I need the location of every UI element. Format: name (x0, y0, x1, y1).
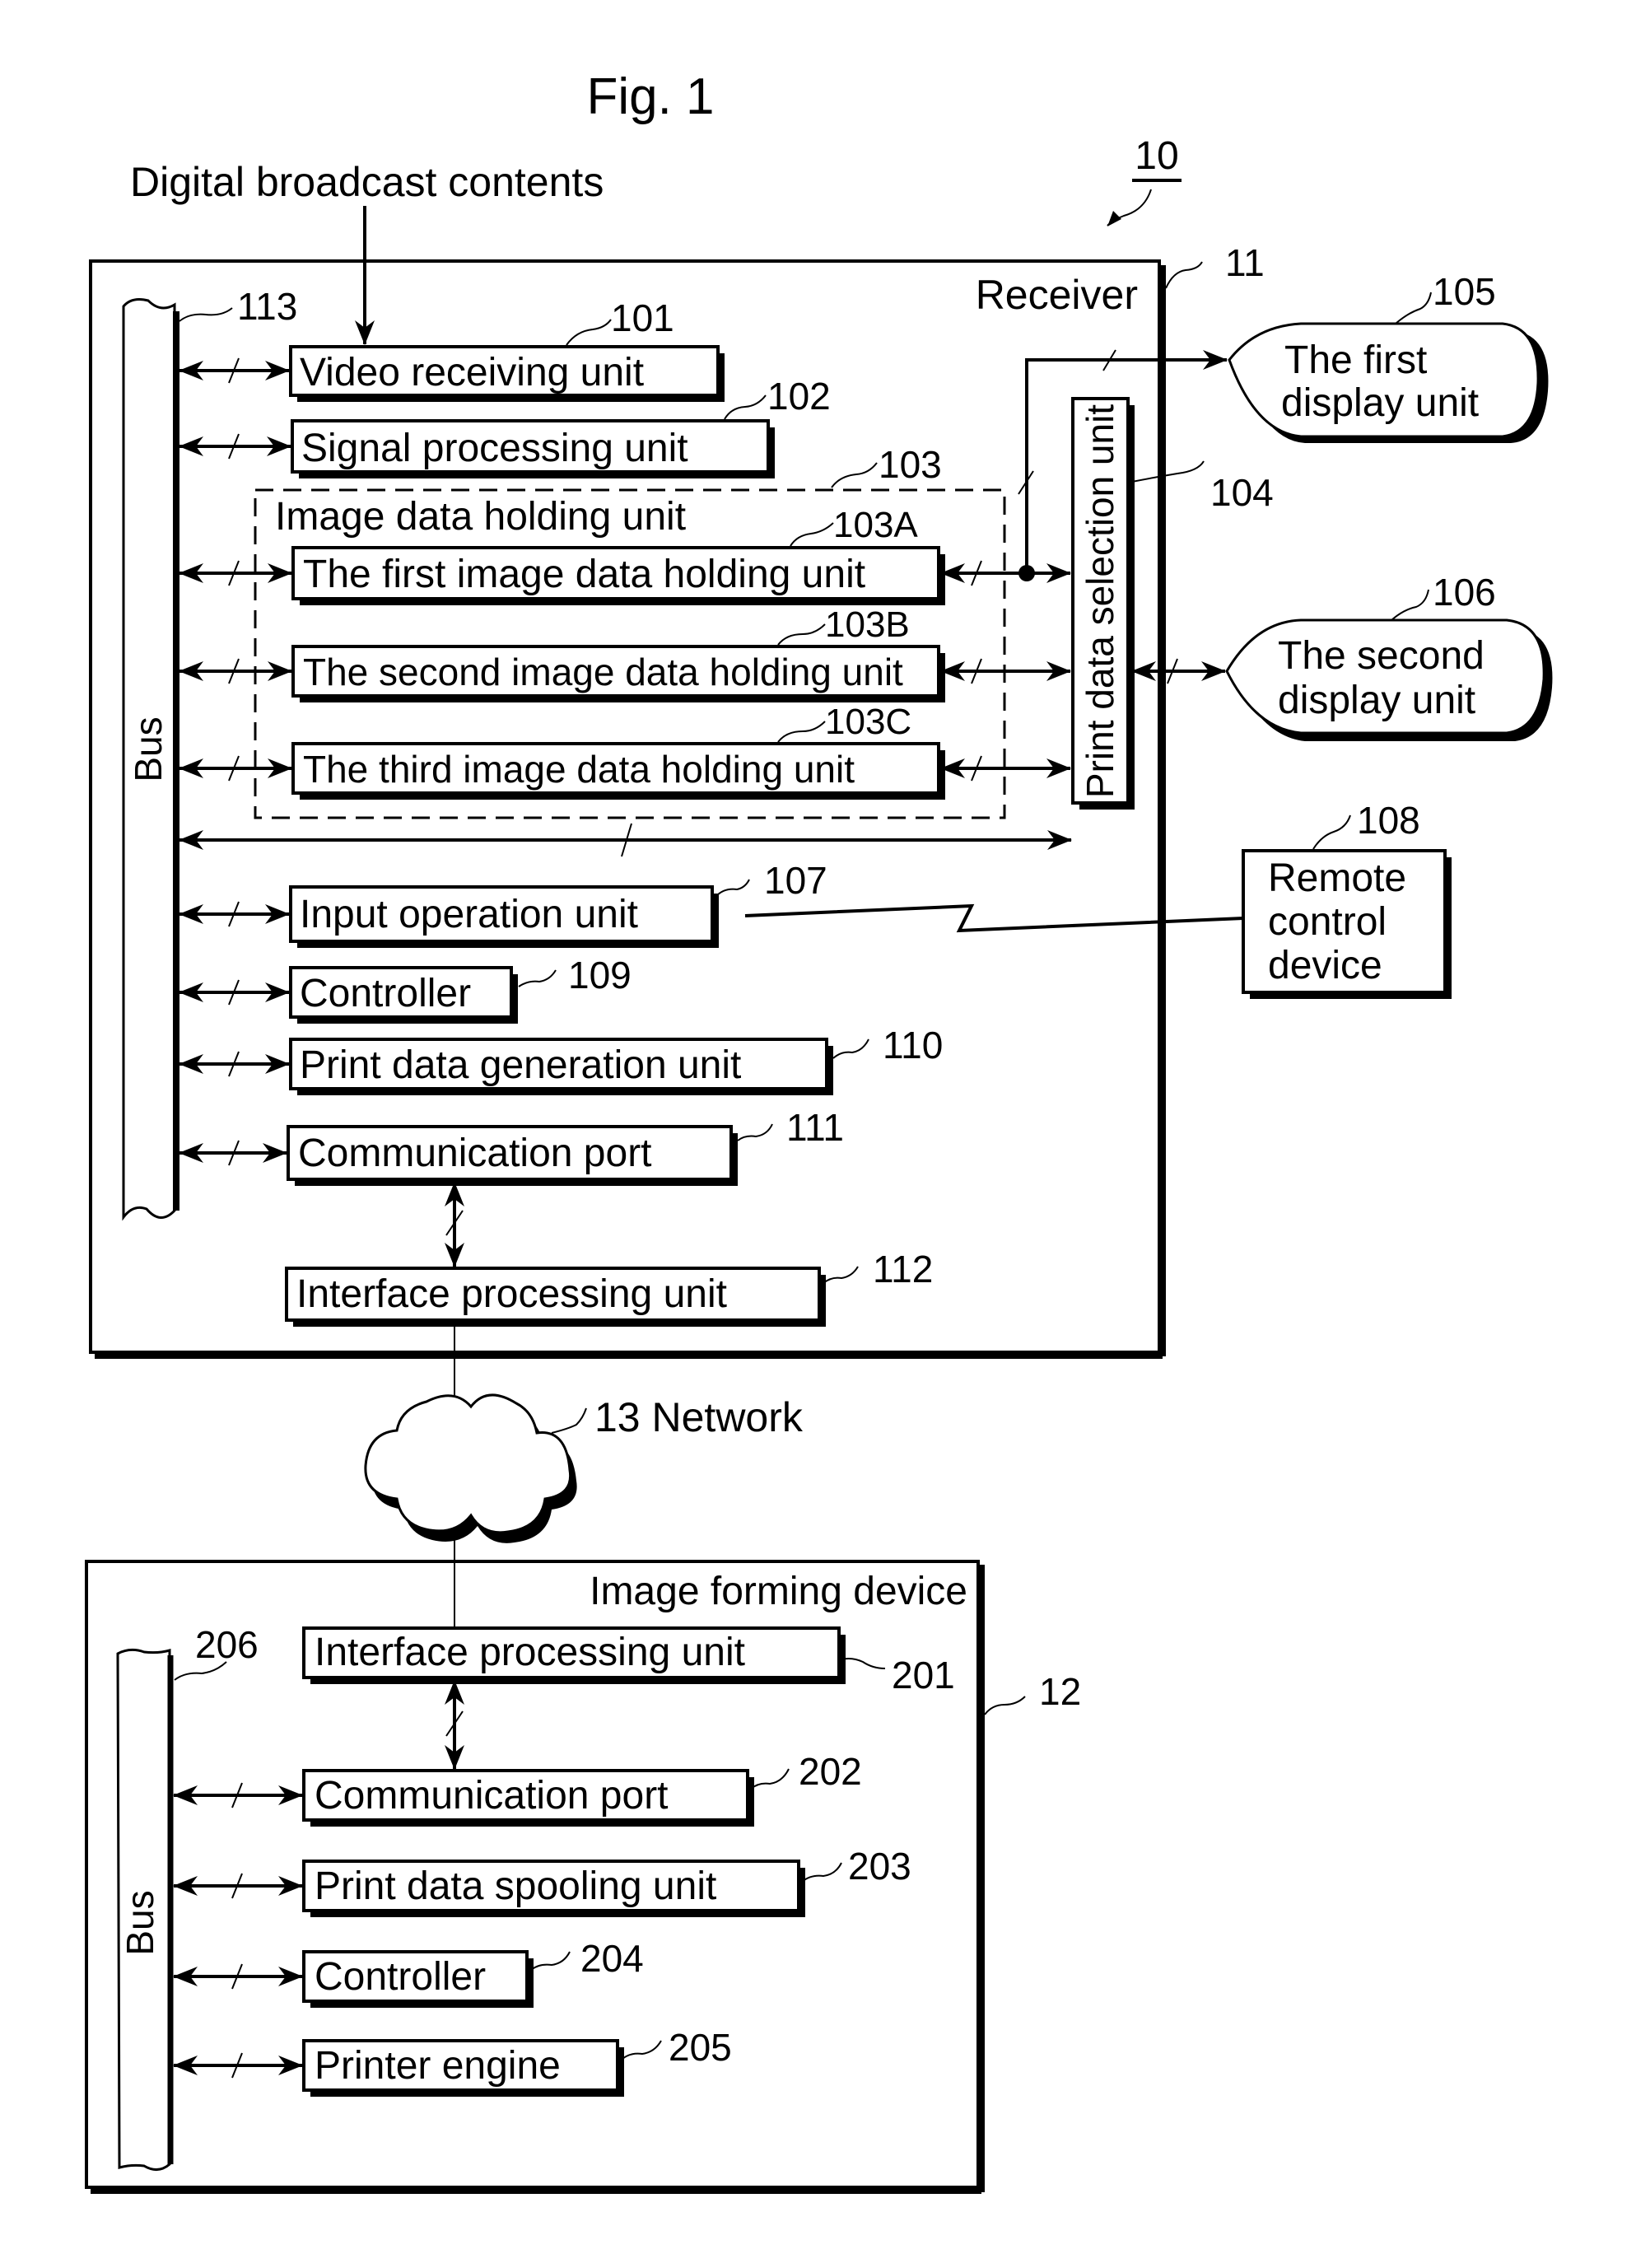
unit-ref: 203 (848, 1845, 911, 1888)
system-ref-arrowhead (1107, 211, 1121, 226)
receiver-title: Receiver (976, 272, 1138, 318)
unit-label: Printer engine (315, 2044, 561, 2088)
display-line1: The first (1284, 338, 1427, 382)
figure-title: Fig. 1 (586, 68, 714, 125)
unit-label: Communication port (298, 1132, 652, 1175)
unit-label: The third image data holding unit (303, 748, 855, 791)
unit-ref: 109 (568, 954, 632, 996)
unit-interface-processing[interactable]: Interface processing unit 112 (285, 1248, 933, 1327)
device-unit-communication-port[interactable]: Communication port 202 (302, 1750, 862, 1827)
unit-ref: 204 (580, 1937, 644, 1980)
first-display-unit[interactable]: The first display unit 105 (1228, 270, 1549, 443)
image-forming-bus-ref: 206 (195, 1623, 259, 1666)
group-label: Image data holding unit (275, 495, 686, 539)
unit-label: Controller (315, 1955, 486, 1999)
unit-controller[interactable]: Controller 109 (289, 954, 632, 1024)
unit-label: Controller (300, 972, 471, 1015)
unit-input-operation[interactable]: Input operation unit 107 (289, 859, 827, 948)
unit-second-image-holding[interactable]: The second image data holding unit 103B (291, 604, 945, 702)
device-unit-interface-processing[interactable]: Interface processing unit 201 (302, 1626, 955, 1696)
unit-ref: 103C (825, 702, 911, 742)
receiver-bus-label: Bus (127, 716, 170, 782)
unit-label: Print data generation unit (300, 1043, 741, 1087)
unit-ref: 104 (1210, 471, 1274, 514)
unit-ref: 103A (833, 505, 918, 545)
device-unit-controller[interactable]: Controller 204 (302, 1937, 644, 2008)
image-forming-device-ref: 12 (1039, 1670, 1081, 1713)
unit-label: Input operation unit (300, 893, 638, 936)
unit-label: The second image data holding unit (303, 651, 903, 693)
unit-ref: 202 (799, 1750, 862, 1793)
display-line2: display unit (1281, 381, 1479, 425)
network-cloud: 13 Network (364, 1393, 804, 1543)
system-ref-group: 10 (1107, 134, 1182, 226)
device-unit-printer-engine[interactable]: Printer engine 205 (302, 2026, 732, 2097)
unit-third-image-holding[interactable]: The third image data holding unit 103C (291, 702, 945, 800)
unit-ref: 110 (883, 1024, 943, 1066)
display-ref: 105 (1433, 270, 1496, 313)
unit-label: The first image data holding unit (303, 553, 865, 596)
unit-ref: 111 (786, 1106, 844, 1149)
unit-label: Interface processing unit (296, 1272, 727, 1316)
second-display-unit[interactable]: The second display unit 106 (1225, 571, 1553, 741)
image-forming-device-title: Image forming device (590, 1570, 967, 1613)
unit-ref: 112 (873, 1248, 933, 1290)
group-ref: 103 (879, 443, 942, 486)
wireless-link (744, 903, 1244, 933)
receiver-ref: 11 (1225, 241, 1265, 284)
receiver-bus-ref: 113 (237, 285, 297, 328)
unit-ref: 101 (611, 296, 674, 339)
unit-label: Video receiving unit (300, 351, 644, 394)
unit-label: Print data spooling unit (315, 1864, 716, 1908)
print-data-selection-unit[interactable]: Print data selection unit 104 (1071, 397, 1274, 810)
receiver-bus: Bus 113 (122, 285, 297, 1221)
unit-communication-port[interactable]: Communication port 111 (287, 1106, 844, 1186)
unit-label: Signal processing unit (301, 427, 688, 470)
system-ref-label: 10 (1135, 134, 1178, 178)
display-line2: display unit (1278, 679, 1475, 722)
unit-label: Print data selection unit (1079, 404, 1121, 798)
network-label: 13 Network (594, 1394, 804, 1440)
remote-line1: Remote (1268, 856, 1406, 900)
unit-label: Interface processing unit (315, 1631, 745, 1674)
unit-ref: 205 (669, 2026, 732, 2069)
display-ref: 106 (1433, 571, 1496, 614)
unit-ref: 103B (825, 604, 910, 645)
remote-ref: 108 (1357, 799, 1420, 842)
unit-ref: 201 (892, 1654, 955, 1696)
unit-label: Communication port (315, 1774, 669, 1818)
image-forming-bus: Bus 206 (116, 1623, 259, 2171)
input-label: Digital broadcast contents (130, 159, 604, 205)
unit-ref: 107 (764, 859, 827, 902)
image-forming-bus-label: Bus (119, 1890, 161, 1955)
device-unit-print-data-spooling[interactable]: Print data spooling unit 203 (302, 1845, 911, 1917)
remote-control-device[interactable]: Remote control device 108 (1242, 799, 1452, 999)
unit-video-receiving[interactable]: Video receiving unit 101 (289, 296, 725, 402)
display-line1: The second (1278, 634, 1485, 678)
block-diagram: Fig. 1 10 Digital broadcast contents Rec… (85, 68, 1553, 2194)
unit-print-data-generation[interactable]: Print data generation unit 110 (289, 1024, 943, 1095)
unit-ref: 102 (767, 375, 831, 418)
remote-line3: device (1268, 944, 1382, 987)
remote-line2: control (1268, 900, 1387, 944)
